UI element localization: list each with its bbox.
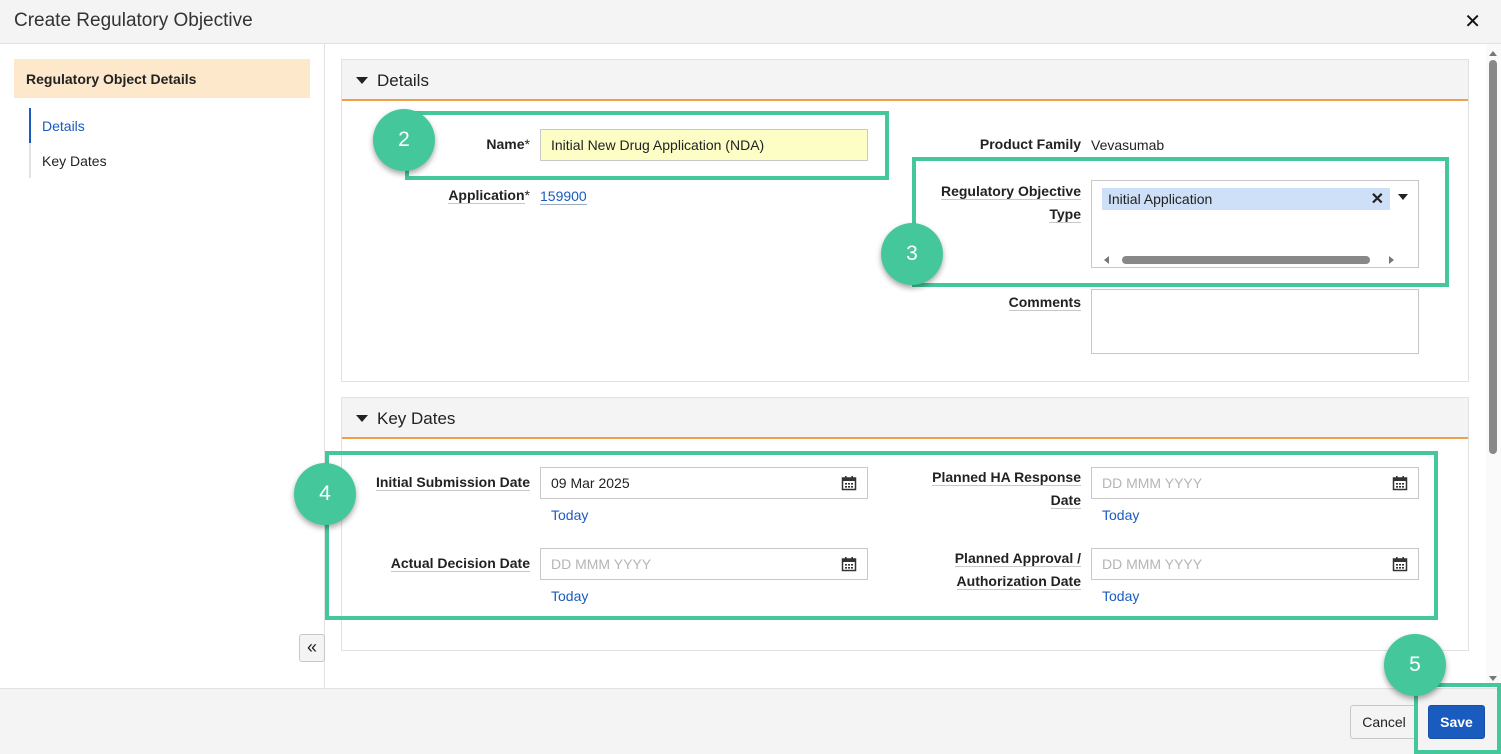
- calendar-icon[interactable]: [1392, 556, 1408, 572]
- initial-submission-date-label: Initial Submission Date: [375, 474, 530, 491]
- planned-ha-response-date-label: Planned HA Response Date: [932, 469, 1081, 509]
- horizontal-scrollbar[interactable]: [1104, 255, 1394, 264]
- calendar-icon[interactable]: [841, 556, 857, 572]
- application-label: Application*: [448, 187, 530, 204]
- comments-textarea[interactable]: [1091, 289, 1419, 354]
- planned-ha-today-link[interactable]: Today: [1102, 507, 1139, 523]
- sidebar-active-indicator: [29, 108, 31, 143]
- details-panel: Details Name* Initial New Drug Applicati…: [341, 59, 1469, 382]
- name-field[interactable]: Initial New Drug Application (NDA): [540, 129, 868, 161]
- key-dates-panel-header[interactable]: Key Dates: [342, 398, 1468, 439]
- scroll-right-icon[interactable]: [1389, 256, 1394, 264]
- sidebar-nav-rail: [29, 108, 31, 178]
- dropdown-caret-icon[interactable]: [1398, 194, 1408, 200]
- planned-ha-response-date-input[interactable]: DD MMM YYYY: [1091, 467, 1419, 499]
- sidebar: Regulatory Object Details Details Key Da…: [0, 44, 325, 688]
- planned-approval-date-input[interactable]: DD MMM YYYY: [1091, 548, 1419, 580]
- initial-submission-date-value: 09 Mar 2025: [551, 475, 630, 491]
- collapse-sidebar-button[interactable]: «: [299, 634, 325, 662]
- planned-approval-date-label: Planned Approval / Authorization Date: [954, 550, 1081, 590]
- sidebar-item-key-dates[interactable]: Key Dates: [42, 153, 107, 169]
- date-placeholder: DD MMM YYYY: [551, 556, 652, 572]
- product-family-label: Product Family: [979, 136, 1081, 152]
- scrollbar-thumb[interactable]: [1122, 256, 1370, 264]
- details-panel-title: Details: [377, 71, 429, 90]
- details-panel-header[interactable]: Details: [342, 60, 1468, 101]
- dialog-titlebar: Create Regulatory Objective ✕: [0, 0, 1501, 44]
- main-content: Details Name* Initial New Drug Applicati…: [326, 44, 1486, 688]
- caret-down-icon: [356, 415, 368, 422]
- initial-submission-today-link[interactable]: Today: [551, 507, 588, 523]
- scroll-up-icon[interactable]: [1489, 51, 1497, 56]
- scroll-left-icon[interactable]: [1104, 256, 1109, 264]
- chip-remove-icon[interactable]: ✕: [1371, 189, 1384, 209]
- chip-label: Initial Application: [1108, 191, 1213, 207]
- actual-decision-today-link[interactable]: Today: [551, 588, 588, 604]
- comments-label: Comments: [1008, 294, 1081, 311]
- product-family-value: Vevasumab: [1091, 137, 1165, 153]
- calendar-icon[interactable]: [1392, 475, 1408, 491]
- name-label: Name*: [486, 136, 530, 152]
- sidebar-item-details[interactable]: Details: [42, 118, 85, 134]
- selected-chip: Initial Application ✕: [1102, 188, 1390, 210]
- date-placeholder: DD MMM YYYY: [1102, 475, 1203, 491]
- key-dates-panel-title: Key Dates: [377, 409, 456, 428]
- key-dates-panel: Key Dates Initial Submission Date 09 Mar…: [341, 397, 1469, 651]
- date-placeholder: DD MMM YYYY: [1102, 556, 1203, 572]
- vertical-scrollbar[interactable]: [1486, 44, 1501, 688]
- sidebar-section-title: Regulatory Object Details: [14, 59, 310, 98]
- planned-approval-today-link[interactable]: Today: [1102, 588, 1139, 604]
- application-link[interactable]: 159900: [540, 188, 587, 205]
- calendar-icon[interactable]: [841, 475, 857, 491]
- cancel-button[interactable]: Cancel: [1350, 705, 1418, 739]
- initial-submission-date-input[interactable]: 09 Mar 2025: [540, 467, 868, 499]
- actual-decision-date-label: Actual Decision Date: [390, 555, 530, 572]
- actual-decision-date-input[interactable]: DD MMM YYYY: [540, 548, 868, 580]
- scroll-down-icon[interactable]: [1489, 676, 1497, 681]
- regulatory-objective-type-label: Regulatory Objective Type: [940, 183, 1081, 223]
- dialog-footer: Cancel Save: [0, 688, 1501, 754]
- close-icon[interactable]: ✕: [1464, 9, 1481, 34]
- caret-down-icon: [356, 77, 368, 84]
- dialog-title: Create Regulatory Objective: [14, 10, 253, 31]
- save-button[interactable]: Save: [1428, 705, 1485, 739]
- vertical-scrollbar-thumb[interactable]: [1489, 60, 1497, 454]
- regulatory-objective-type-select[interactable]: Initial Application ✕: [1091, 180, 1419, 268]
